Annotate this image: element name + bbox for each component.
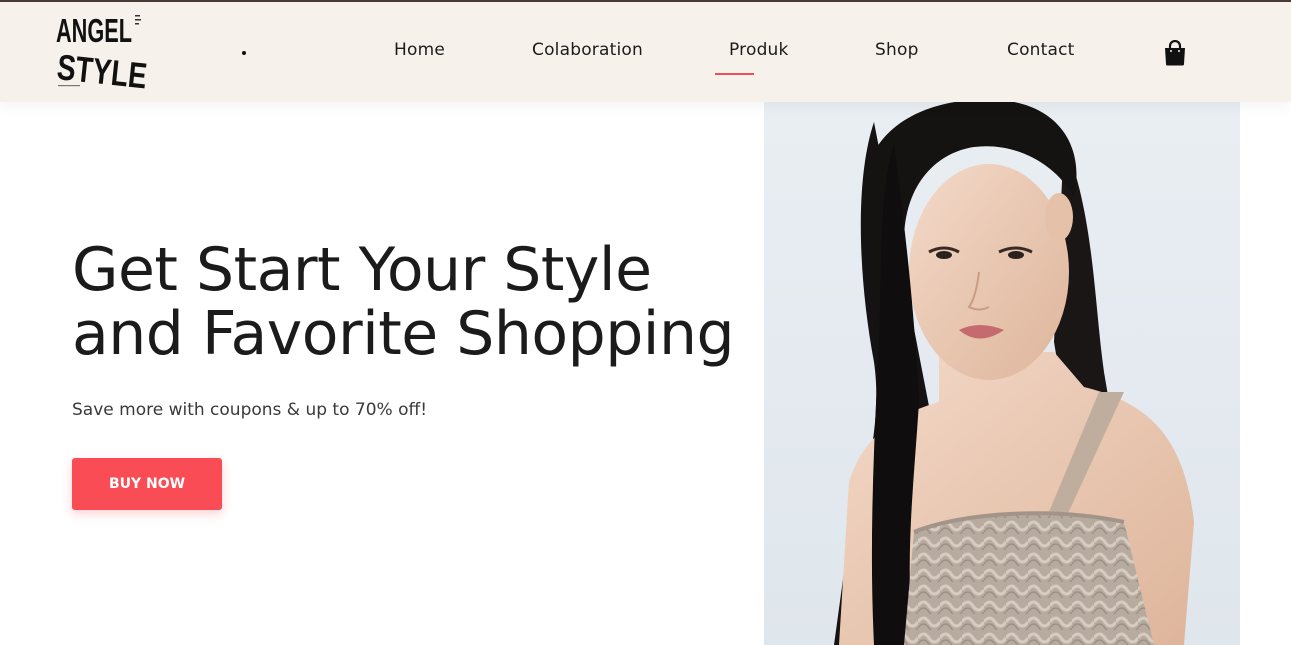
shopping-bag-icon[interactable] [1163, 39, 1187, 66]
hero-title: Get Start Your Style and Favorite Shoppi… [72, 238, 762, 366]
hero-title-line1: Get Start Your Style [72, 235, 652, 305]
logo-text-angel: ANGEL [56, 12, 132, 49]
model-photo [764, 102, 1240, 645]
hero-title-line2: and Favorite Shopping [72, 299, 735, 369]
active-nav-indicator [715, 73, 754, 75]
site-header: ANGEL STYLE Home Colaboration Produk Sho… [0, 2, 1291, 102]
nav-shop[interactable]: Shop [875, 40, 919, 60]
nav-produk[interactable]: Produk [729, 40, 789, 60]
buy-now-button[interactable]: BUY NOW [72, 458, 222, 510]
nav-contact[interactable]: Contact [1007, 40, 1075, 60]
hero-subtitle: Save more with coupons & up to 70% off! [72, 400, 428, 420]
brand-logo[interactable]: ANGEL STYLE [55, 9, 155, 99]
nav-colaboration[interactable]: Colaboration [532, 40, 643, 60]
dot-icon [242, 51, 246, 55]
logo-text-style: STYLE [55, 46, 149, 96]
nav-home[interactable]: Home [394, 40, 445, 60]
